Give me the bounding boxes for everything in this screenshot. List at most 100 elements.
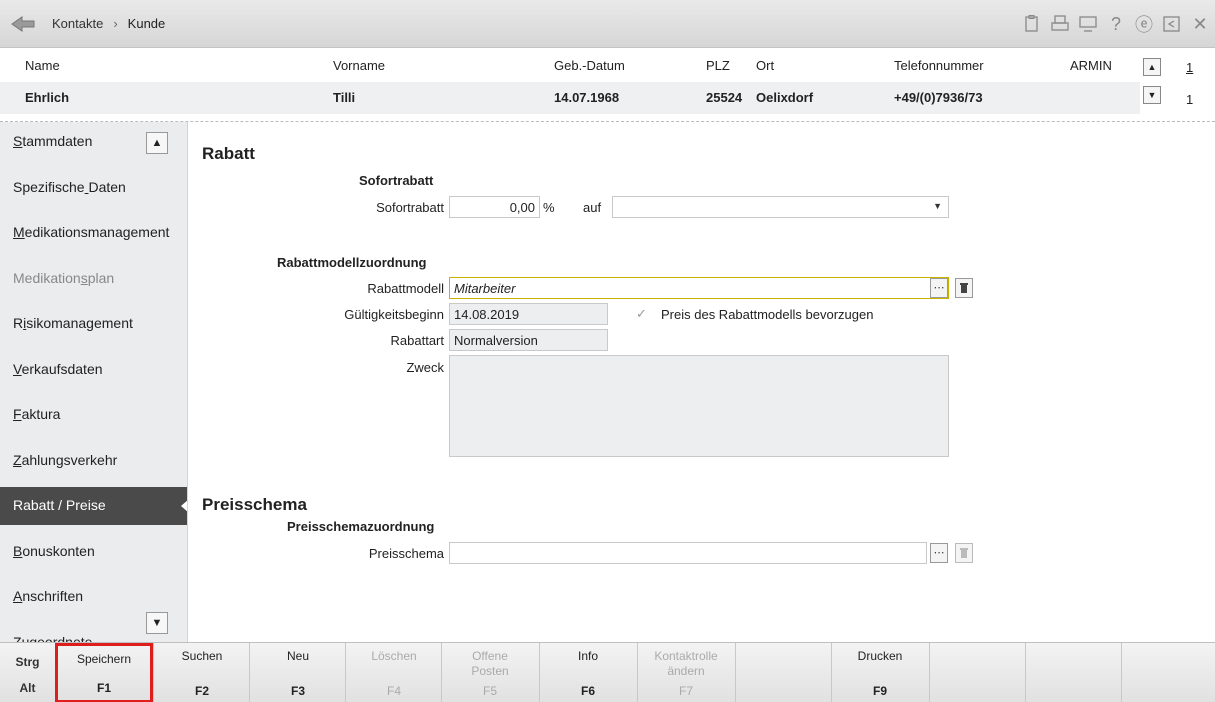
zweck-textarea[interactable] (449, 355, 949, 457)
sidebar-item-verkaufsdaten[interactable]: Verkaufsdaten (13, 361, 103, 377)
fkey-löschen-button: Löschen F4 (345, 643, 442, 702)
header-vorname: Vorname (333, 58, 386, 73)
trash-icon (960, 548, 968, 558)
rabattmodell-label: Rabattmodell (367, 281, 444, 296)
preisschema-label: Preisschema (368, 546, 444, 561)
fkey-shortcut: F5 (482, 684, 497, 698)
breadcrumb-kontakte[interactable]: Kontakte (52, 16, 103, 31)
monitor-icon[interactable] (1077, 12, 1099, 36)
customer-ort: Oelixdorf (756, 90, 814, 105)
rabattmodell-browse-button[interactable]: ⋯ (930, 278, 948, 298)
page-number-bottom: 1 (1186, 92, 1194, 107)
sidebar-item-text: Medikation (13, 269, 81, 286)
fkey-shortcut: F2 (194, 684, 209, 698)
sidebar-item-mnemonic: F (13, 406, 22, 422)
sidebar-item-stammdaten[interactable]: Stammdaten (13, 133, 92, 149)
fkey-empty-11-button (1121, 643, 1215, 702)
sidebar-item-mnemonic: s (80, 269, 88, 286)
clipboard-icon[interactable] (1021, 12, 1043, 36)
sidebar-item-label: Rabatt / Preise (13, 497, 106, 513)
sidebar-item-text: aktura (21, 406, 61, 422)
fkey-shortcut: F7 (678, 684, 693, 698)
sidebar-item-text: onuskonten (22, 542, 95, 559)
fkey-drucken-button[interactable]: Drucken F9 (831, 643, 928, 702)
sidebar-item-zahlungsverkehr[interactable]: Zahlungsverkehr (13, 452, 117, 468)
fkey-empty-7-button (735, 643, 832, 702)
sidebar-item-mnemonic: Z (13, 451, 22, 468)
sidebar-item-text: R (13, 315, 24, 331)
sidebar-scroll-down-button[interactable]: ▼ (146, 612, 168, 634)
fkey-neu-button[interactable]: Neu F3 (249, 643, 346, 702)
sidebar-item-medikationsmanagement[interactable]: Medikationsmanagement (13, 224, 169, 240)
sidebar: Rabatt / Preise ▲ ▼ Stammdaten Spezifisch… (0, 122, 188, 642)
fkey-label: Drucken (857, 649, 903, 663)
fkey-suchen-button[interactable]: Suchen F2 (153, 643, 250, 702)
customer-row[interactable]: Ehrlich Tilli 14.07.1968 25524 Oelixdorf… (0, 82, 1140, 114)
sidebar-item-mnemonic: A (13, 588, 23, 604)
sidebar-item-faktura[interactable]: Faktura (13, 406, 60, 422)
rabattmodell-input[interactable]: Mitarbeiter (449, 277, 949, 299)
rabattmodell-subtitle: Rabattmodellzuordnung (277, 255, 427, 270)
header-telefon: Telefonnummer (894, 58, 984, 73)
back-arrow-icon[interactable] (10, 14, 36, 34)
sofortrabatt-input-value: 0,00 (509, 200, 535, 215)
rabattart-input: Normalversion (449, 329, 608, 351)
rabatt-section-title: Rabatt (202, 144, 255, 163)
sidebar-item-medikationsplan: Medikationsplan (13, 270, 114, 286)
sidebar-item-bonuskonten[interactable]: Bonuskonten (13, 543, 95, 559)
sidebar-item-mnemonic: S (13, 133, 23, 149)
title-bar: Kontakte › Kunde ? ⓔ ✕ (0, 0, 1215, 48)
sidebar-item-spezifische-daten[interactable]: Spezifische Daten (13, 179, 126, 195)
fkey-speichern-button[interactable]: Speichern F1 (55, 643, 153, 702)
sidebar-scroll-up-button[interactable]: ▲ (146, 132, 168, 154)
preisschema-delete-button (955, 543, 973, 563)
rabattmodell-delete-button[interactable] (955, 278, 973, 298)
title-toolbar: ? ⓔ ✕ (1021, 12, 1211, 36)
sidebar-item-rabatt-preise[interactable]: Rabatt / Preise (0, 487, 187, 525)
preisschema-browse-button[interactable]: ⋯ (930, 543, 948, 563)
help-icon[interactable]: ? (1105, 12, 1127, 36)
fkey-shortcut: F6 (580, 684, 595, 698)
trash-icon (960, 283, 968, 293)
fkey-label: Speichern (76, 652, 132, 666)
customer-header-labels: Name Vorname Geb.-Datum PLZ Ort Telefonn… (0, 58, 1215, 78)
sidebar-item-text: ahlungsverkehr (21, 451, 118, 468)
sidebar-item-zugeordnete[interactable]: Zugeordnete (13, 634, 92, 643)
page-number-top: 1 (1186, 60, 1194, 75)
customer-name: Ehrlich (25, 90, 70, 105)
zweck-label: Zweck (406, 360, 444, 375)
preisschema-input[interactable] (449, 542, 927, 564)
fkey-label: Info (577, 649, 598, 663)
window-icon[interactable] (1161, 12, 1183, 36)
header-geb-datum: Geb.-Datum (554, 58, 625, 73)
customer-vorname: Tilli (333, 90, 356, 105)
gueltigkeitsbeginn-input: 14.08.2019 (449, 303, 608, 325)
sidebar-item-risikomanagement[interactable]: Risikomanagement (13, 315, 133, 331)
header-ort: Ort (756, 58, 775, 73)
sofortrabatt-input[interactable]: 0,00 (449, 196, 540, 218)
chevron-down-icon: ▼ (933, 201, 942, 211)
modifier-strg: Strg (15, 655, 40, 669)
sidebar-item-anschriften[interactable]: Anschriften (13, 588, 83, 604)
breadcrumb-separator: › (113, 16, 118, 31)
printer-icon[interactable] (1049, 12, 1071, 36)
sidebar-item-text: erkaufsdaten (21, 360, 103, 377)
e-icon[interactable]: ⓔ (1133, 12, 1155, 36)
fkey-info-button[interactable]: Info F6 (539, 643, 636, 702)
sidebar-item-text: sikomanagement (26, 315, 133, 331)
close-icon[interactable]: ✕ (1189, 12, 1211, 36)
fkey-shortcut: F4 (386, 684, 401, 698)
function-key-bar: Strg Alt Speichern F1 Suchen F2 Neu F3 Löschen… (0, 642, 1215, 702)
scroll-down-button[interactable]: ▼ (1143, 86, 1161, 104)
preis-bevorzugen-checkbox[interactable]: ✓ (636, 306, 650, 321)
sidebar-item-text: tammdaten (22, 133, 93, 149)
preis-bevorzugen-label: Preis des Rabattmodells bevorzugen (661, 307, 874, 322)
customer-telefon: +49/(0)7936/73 (894, 90, 983, 105)
fkey-offene-posten-button: Offene Posten F5 (441, 643, 538, 702)
breadcrumb-kunde: Kunde (127, 16, 166, 31)
header-name: Name (25, 58, 60, 73)
scroll-up-button[interactable]: ▲ (1143, 58, 1161, 76)
gueltigkeitsbeginn-label: Gültigkeitsbeginn (344, 307, 444, 322)
auf-select[interactable]: ▼ (612, 196, 949, 218)
sidebar-item-mnemonic: V (13, 360, 22, 377)
